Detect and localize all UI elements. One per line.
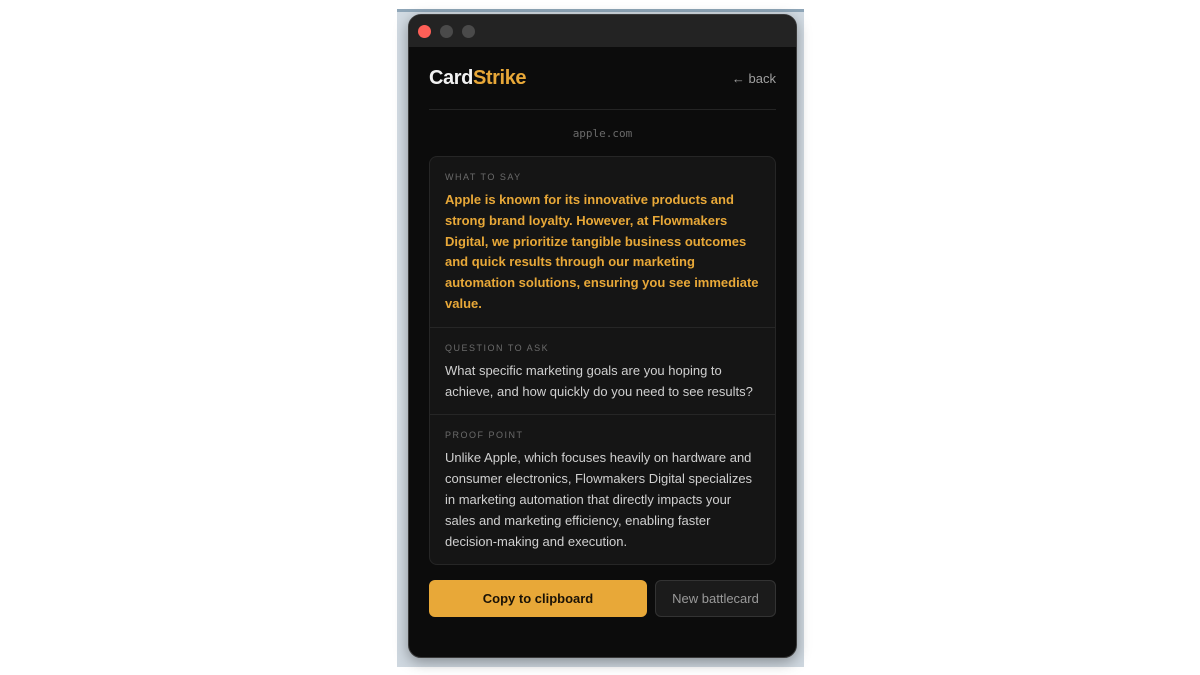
app-window: CardStrike ← back apple.com WHAT TO SAY … [408, 14, 797, 658]
new-battlecard-button[interactable]: New battlecard [655, 580, 776, 618]
proof-point-text: Unlike Apple, which focuses heavily on h… [445, 450, 753, 549]
target-domain: apple.com [572, 127, 633, 140]
logo-part-strike: Strike [472, 66, 527, 89]
question-to-ask-section: QUESTION TO ASK What specific marketing … [430, 328, 775, 416]
battlecard: WHAT TO SAY Apple is known for its innov… [429, 156, 776, 566]
proof-point-section: PROOF POINT Unlike Apple, which focuses … [430, 415, 775, 564]
app-logo: CardStrike [429, 66, 527, 90]
copy-to-clipboard-button[interactable]: Copy to clipboard [429, 580, 647, 618]
minimize-window-button[interactable] [440, 24, 453, 38]
window-titlebar [409, 15, 796, 47]
close-window-button[interactable] [418, 24, 431, 38]
main-content: CardStrike ← back apple.com WHAT TO SAY … [409, 47, 796, 618]
proof-point-label: PROOF POINT [445, 430, 524, 441]
action-bar: Copy to clipboard New battlecard [429, 580, 776, 618]
what-to-say-section: WHAT TO SAY Apple is known for its innov… [430, 157, 775, 328]
app-header: CardStrike ← back [429, 47, 776, 110]
logo-part-card: Card [429, 66, 473, 89]
what-to-say-text: Apple is known for its innovative produc… [445, 192, 759, 311]
what-to-say-label: WHAT TO SAY [445, 172, 522, 182]
back-link[interactable]: ← back [732, 71, 776, 86]
question-to-ask-text: What specific marketing goals are you ho… [445, 362, 753, 399]
question-to-ask-label: QUESTION TO ASK [445, 342, 550, 353]
maximize-window-button[interactable] [462, 24, 475, 38]
